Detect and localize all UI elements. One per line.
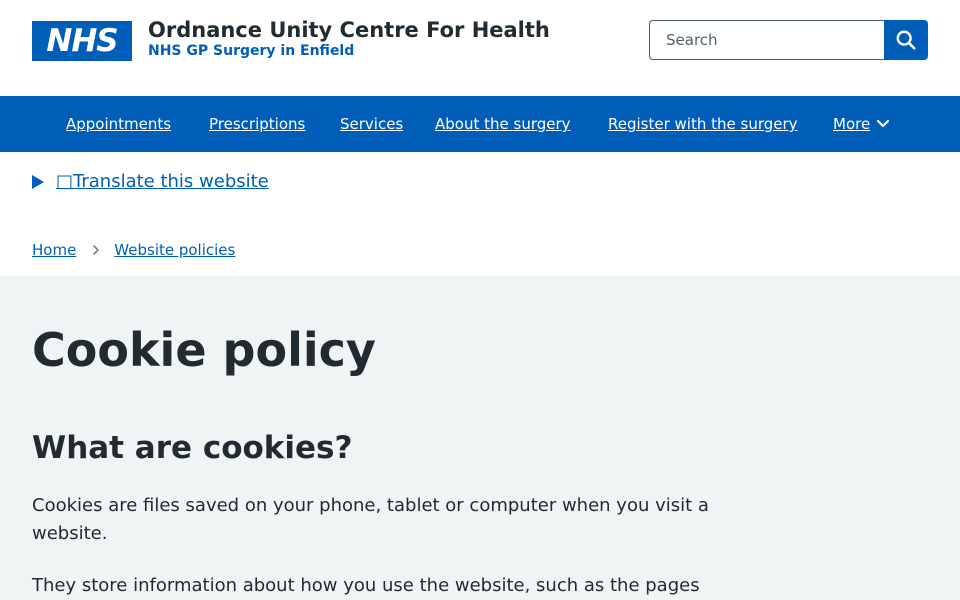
- breadcrumb-home[interactable]: Home: [32, 240, 76, 260]
- chevron-right-icon: [92, 244, 100, 256]
- site-header: NHS Ordnance Unity Centre For Health NHS…: [0, 0, 960, 96]
- page-title: Cookie policy: [32, 323, 376, 377]
- search-icon: [896, 30, 916, 50]
- search-form: [649, 20, 928, 60]
- disclosure-triangle-icon: [32, 175, 44, 189]
- search-input[interactable]: [649, 20, 885, 60]
- nav-item-register[interactable]: Register with the surgery: [608, 114, 798, 134]
- main-content: Cookie policy What are cookies? Cookies …: [0, 276, 960, 600]
- organisation-name[interactable]: Ordnance Unity Centre For Health: [148, 16, 550, 44]
- primary-navigation: Appointments Prescriptions Services Abou…: [0, 96, 960, 152]
- nav-more-label: More: [833, 115, 871, 133]
- nav-item-more[interactable]: More: [833, 114, 890, 134]
- search-button[interactable]: [884, 20, 928, 60]
- nav-item-prescriptions[interactable]: Prescriptions: [209, 114, 305, 134]
- paragraph-cookies-info: They store information about how you use…: [32, 575, 700, 596]
- nav-item-appointments[interactable]: Appointments: [66, 114, 171, 134]
- organisation-subtitle: NHS GP Surgery in Enfield: [148, 43, 355, 59]
- translate-link[interactable]: □Translate this website: [56, 170, 269, 194]
- breadcrumb: Home Website policies: [32, 240, 235, 260]
- translate-toggle[interactable]: □Translate this website: [32, 170, 269, 194]
- chevron-down-icon: [877, 119, 890, 128]
- nhs-logo[interactable]: NHS: [32, 21, 132, 61]
- nav-item-about-the-surgery[interactable]: About the surgery: [435, 114, 571, 134]
- paragraph-cookies-definition: Cookies are files saved on your phone, t…: [32, 495, 709, 544]
- nhs-logo-text: NHS: [46, 22, 118, 59]
- section-heading: What are cookies?: [32, 430, 353, 466]
- nav-item-services[interactable]: Services: [340, 114, 403, 134]
- breadcrumb-website-policies[interactable]: Website policies: [114, 240, 235, 260]
